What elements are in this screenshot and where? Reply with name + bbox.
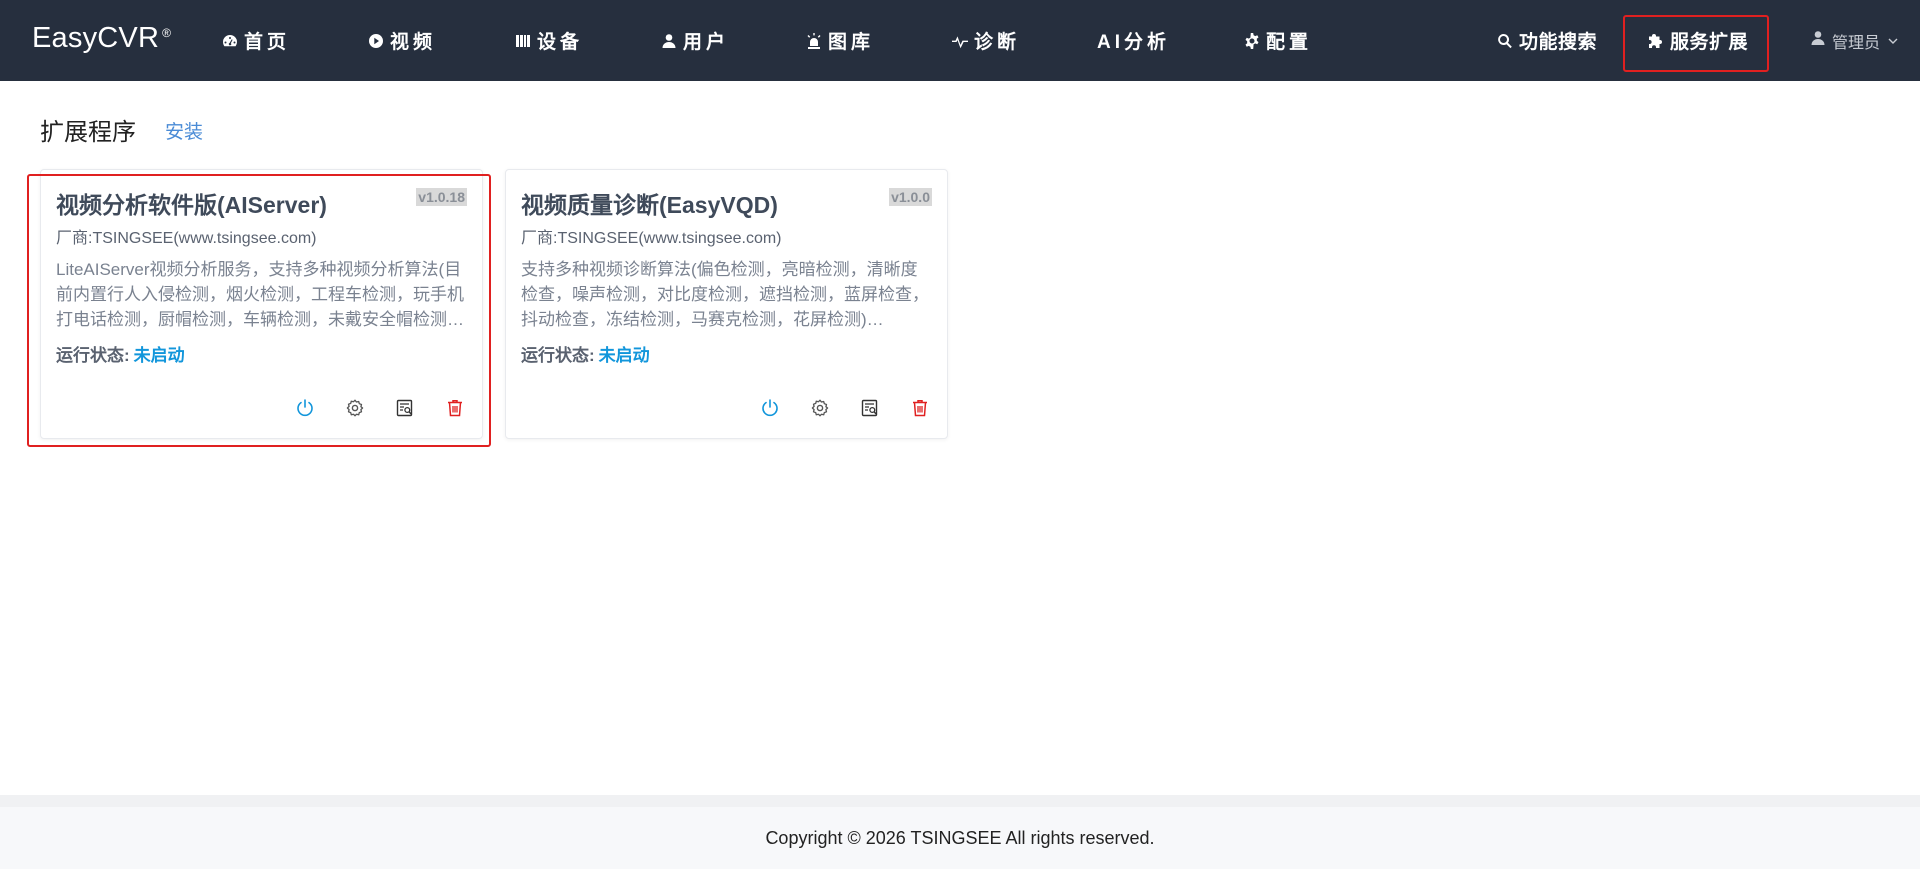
nav-item-video[interactable]: 视频 xyxy=(367,0,436,81)
nav-label-devices: 设备 xyxy=(537,32,584,53)
search-icon xyxy=(1496,32,1514,50)
brand-registered-mark: ® xyxy=(162,26,172,40)
trash-icon xyxy=(913,400,927,417)
brand-logo[interactable]: EasyCVR ® xyxy=(32,22,171,55)
log-search-icon xyxy=(861,399,878,417)
service-extension-label: 服务扩展 xyxy=(1670,32,1749,53)
status-label: 运行状态: xyxy=(521,346,595,365)
status-value: 未启动 xyxy=(133,346,185,365)
card-status: 运行状态: 未启动 xyxy=(56,341,185,366)
page-title: 扩展程序 xyxy=(40,119,136,146)
log-button[interactable] xyxy=(393,396,417,420)
feature-search-button[interactable]: 功能搜索 xyxy=(1496,0,1597,81)
nav-label-video: 视频 xyxy=(390,32,437,53)
card-description: LiteAIServer视频分析服务，支持多种视频分析算法(目前内置行人入侵检测… xyxy=(56,260,464,329)
extension-card-easyvqd: 视频质量诊断(EasyVQD) v1.0.0 厂商:TSINGSEE(www.t… xyxy=(505,169,948,439)
chevron-down-icon xyxy=(1888,38,1898,44)
user-name: 管理员 xyxy=(1832,34,1881,52)
gear-icon xyxy=(811,399,829,417)
power-icon xyxy=(297,399,313,417)
user-icon xyxy=(660,32,678,50)
settings-button[interactable] xyxy=(808,396,832,420)
service-extension-button[interactable]: 服务扩展 xyxy=(1647,0,1748,81)
card-status: 运行状态: 未启动 xyxy=(521,341,650,366)
install-link[interactable]: 安装 xyxy=(165,117,203,144)
log-button[interactable] xyxy=(858,396,882,420)
status-label: 运行状态: xyxy=(56,346,130,365)
user-menu[interactable]: 管理员 xyxy=(1810,0,1898,81)
trash-icon xyxy=(448,400,462,417)
card-title: 视频质量诊断(EasyVQD) xyxy=(521,192,778,218)
log-search-icon xyxy=(396,399,413,417)
top-navbar: EasyCVR ® 首页 视频 设备 用户 图库 诊断 AI分析 配置 功能搜索… xyxy=(0,0,1920,81)
nav-item-gallery[interactable]: 图库 xyxy=(805,0,874,81)
nav-item-ai-analysis[interactable]: AI分析 xyxy=(1097,0,1170,81)
card-vendor: 厂商:TSINGSEE(www.tsingsee.com) xyxy=(521,230,782,247)
card-description: 支持多种视频诊断算法(偏色检测，亮暗检测，清晰度检查，噪声检测，对比度检测，遮挡… xyxy=(521,260,929,329)
footer-divider xyxy=(0,795,1920,807)
version-badge: v1.0.18 xyxy=(416,188,467,206)
power-button[interactable] xyxy=(758,396,782,420)
extension-card-aiserver: 视频分析软件版(AIServer) v1.0.18 厂商:TSINGSEE(ww… xyxy=(40,169,483,439)
nav-label-users: 用户 xyxy=(683,32,730,53)
brand-name: EasyCVR xyxy=(32,22,160,54)
card-vendor: 厂商:TSINGSEE(www.tsingsee.com) xyxy=(56,230,317,247)
nav-label-diagnosis: 诊断 xyxy=(974,32,1021,53)
feature-search-label: 功能搜索 xyxy=(1519,32,1598,53)
device-icon xyxy=(514,32,532,50)
card-actions xyxy=(758,396,932,420)
copyright-text: Copyright © 2026 TSINGSEE All rights res… xyxy=(765,827,1155,848)
nav-label-ai-analysis: AI分析 xyxy=(1097,32,1171,53)
settings-button[interactable] xyxy=(343,396,367,420)
nav-label-config: 配置 xyxy=(1266,32,1313,53)
delete-button[interactable] xyxy=(908,396,932,420)
nav-item-users[interactable]: 用户 xyxy=(660,0,729,81)
nav-item-config[interactable]: 配置 xyxy=(1243,0,1312,81)
nav-label-home: 首页 xyxy=(244,32,291,53)
play-circle-icon xyxy=(367,32,385,50)
nav-item-diagnosis[interactable]: 诊断 xyxy=(951,0,1020,81)
dashboard-icon xyxy=(221,32,239,50)
gear-icon xyxy=(1243,32,1261,50)
card-actions xyxy=(293,396,467,420)
nav-label-gallery: 图库 xyxy=(828,32,875,53)
pulse-icon xyxy=(951,32,969,50)
version-badge: v1.0.0 xyxy=(889,188,932,206)
puzzle-icon xyxy=(1647,32,1665,50)
card-title: 视频分析软件版(AIServer) xyxy=(56,192,327,218)
gear-icon xyxy=(346,399,364,417)
power-button[interactable] xyxy=(293,396,317,420)
power-icon xyxy=(762,399,778,417)
status-value: 未启动 xyxy=(598,346,650,365)
footer: Copyright © 2026 TSINGSEE All rights res… xyxy=(0,807,1920,869)
delete-button[interactable] xyxy=(443,396,467,420)
user-avatar-icon xyxy=(1810,30,1826,51)
alarm-icon xyxy=(805,32,823,50)
nav-item-home[interactable]: 首页 xyxy=(221,0,290,81)
nav-item-devices[interactable]: 设备 xyxy=(514,0,583,81)
